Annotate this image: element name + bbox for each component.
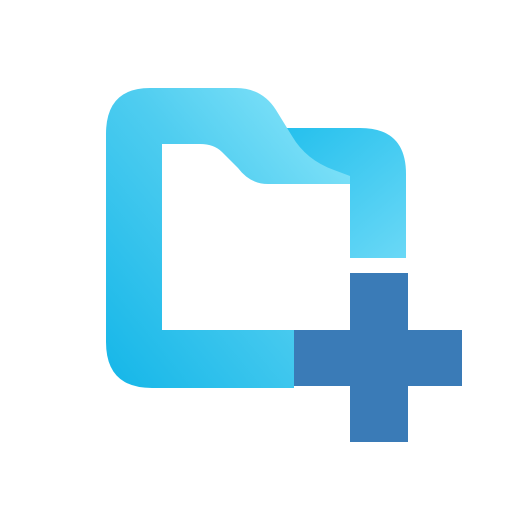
plus-icon xyxy=(294,273,462,442)
app-icon-canvas xyxy=(0,0,512,512)
new-folder-icon xyxy=(106,88,462,442)
